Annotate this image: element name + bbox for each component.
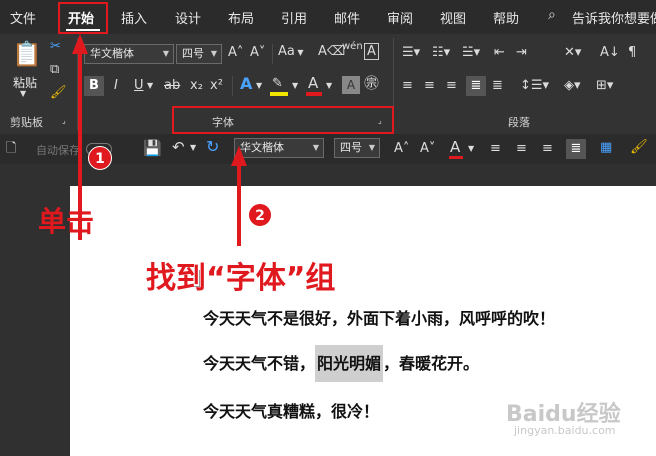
watermark-url: jingyan.baidu.com [514,424,616,437]
annotation-arrows [72,34,247,246]
arrow-head-1 [72,34,88,54]
arrow-head-2 [231,146,247,166]
step1-text: 单击 [38,205,95,238]
step-badge-1: 1 [88,146,112,170]
step-badge-2: 2 [248,203,272,227]
step2-text: 找到“字体”组 [146,261,336,296]
